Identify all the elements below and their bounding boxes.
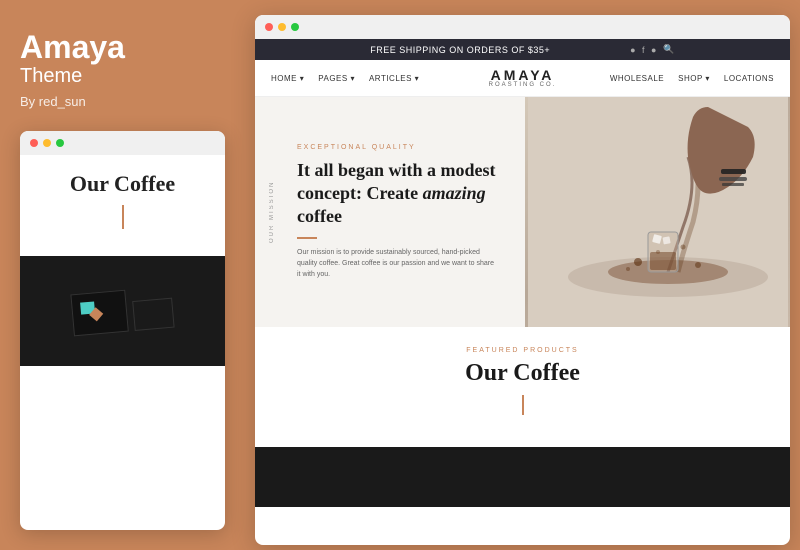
nav-shop[interactable]: SHOP ▾ (678, 74, 710, 83)
dot-yellow (43, 139, 51, 147)
featured-section: FEATURED PRODUCTS Our Coffee (255, 327, 790, 447)
nav-wholesale[interactable]: WHOLESALE (610, 74, 664, 83)
camera-icon: ● (651, 45, 657, 55)
nav-left: HOME ▾ PAGES ▾ ARTICLES ▾ (271, 74, 469, 83)
nav-logo: AMAYA ROASTING CO. (469, 68, 577, 88)
hero-section: EXCEPTIONAL QUALITY It all began with a … (255, 97, 790, 327)
nav-pages[interactable]: PAGES ▾ (318, 74, 355, 83)
featured-dark-strip (255, 447, 790, 507)
announcement-text: FREE SHIPPING ON ORDERS OF $35+ (370, 45, 550, 55)
boxes-illustration (70, 286, 174, 337)
search-icon-top[interactable]: 🔍 (663, 44, 675, 55)
main-browser: FREE SHIPPING ON ORDERS OF $35+ ● f ● 🔍 … (255, 15, 790, 545)
nav-locations[interactable]: LOCATIONS (724, 74, 774, 83)
box-accent-gold (89, 307, 103, 321)
featured-divider (522, 395, 524, 415)
box-big (70, 290, 128, 337)
coffee-pour-svg (528, 97, 788, 327)
dot-yellow-main (278, 23, 286, 31)
hero-title-text2: coffee (297, 206, 342, 226)
dot-red-main (265, 23, 273, 31)
announcement-bar: FREE SHIPPING ON ORDERS OF $35+ ● f ● 🔍 (255, 39, 790, 60)
nav-right: WHOLESALE SHOP ▾ LOCATIONS (576, 74, 774, 83)
hero-orange-divider (297, 237, 317, 239)
mini-dark-section (20, 256, 225, 366)
mission-label: OUR MISSION (269, 181, 275, 243)
hero-left: EXCEPTIONAL QUALITY It all began with a … (255, 97, 525, 327)
facebook-icon: f (642, 45, 645, 55)
hero-body-text: Our mission is to provide sustainably so… (297, 247, 497, 281)
box-accent-teal (80, 302, 95, 315)
theme-title: Amaya Theme By red_sun (20, 30, 225, 131)
dot-green-main (291, 23, 299, 31)
navigation: HOME ▾ PAGES ▾ ARTICLES ▾ AMAYA ROASTING… (255, 60, 790, 97)
hero-title: It all began with a modest concept: Crea… (297, 159, 505, 229)
box-small (132, 298, 174, 331)
mini-content: Our Coffee (20, 155, 225, 257)
dot-green (56, 139, 64, 147)
featured-tag: FEATURED PRODUCTS (275, 347, 770, 354)
left-panel: Amaya Theme By red_sun Our Coffee (0, 0, 245, 550)
hero-title-italic: amazing (423, 183, 486, 203)
featured-title: Our Coffee (275, 360, 770, 387)
dot-red (30, 139, 38, 147)
mini-divider (122, 205, 124, 229)
mini-browser-bar (20, 131, 225, 155)
hero-tag: EXCEPTIONAL QUALITY (297, 144, 505, 151)
main-browser-bar (255, 15, 790, 39)
mini-browser-preview: Our Coffee (20, 131, 225, 530)
coffee-pour-bg (525, 97, 790, 327)
instagram-icon: ● (630, 45, 636, 55)
nav-articles[interactable]: ARTICLES ▾ (369, 74, 419, 83)
mini-our-coffee-title: Our Coffee (36, 171, 209, 197)
nav-home[interactable]: HOME ▾ (271, 74, 304, 83)
announcement-icons: ● f ● 🔍 (630, 44, 675, 55)
hero-image (525, 97, 790, 327)
